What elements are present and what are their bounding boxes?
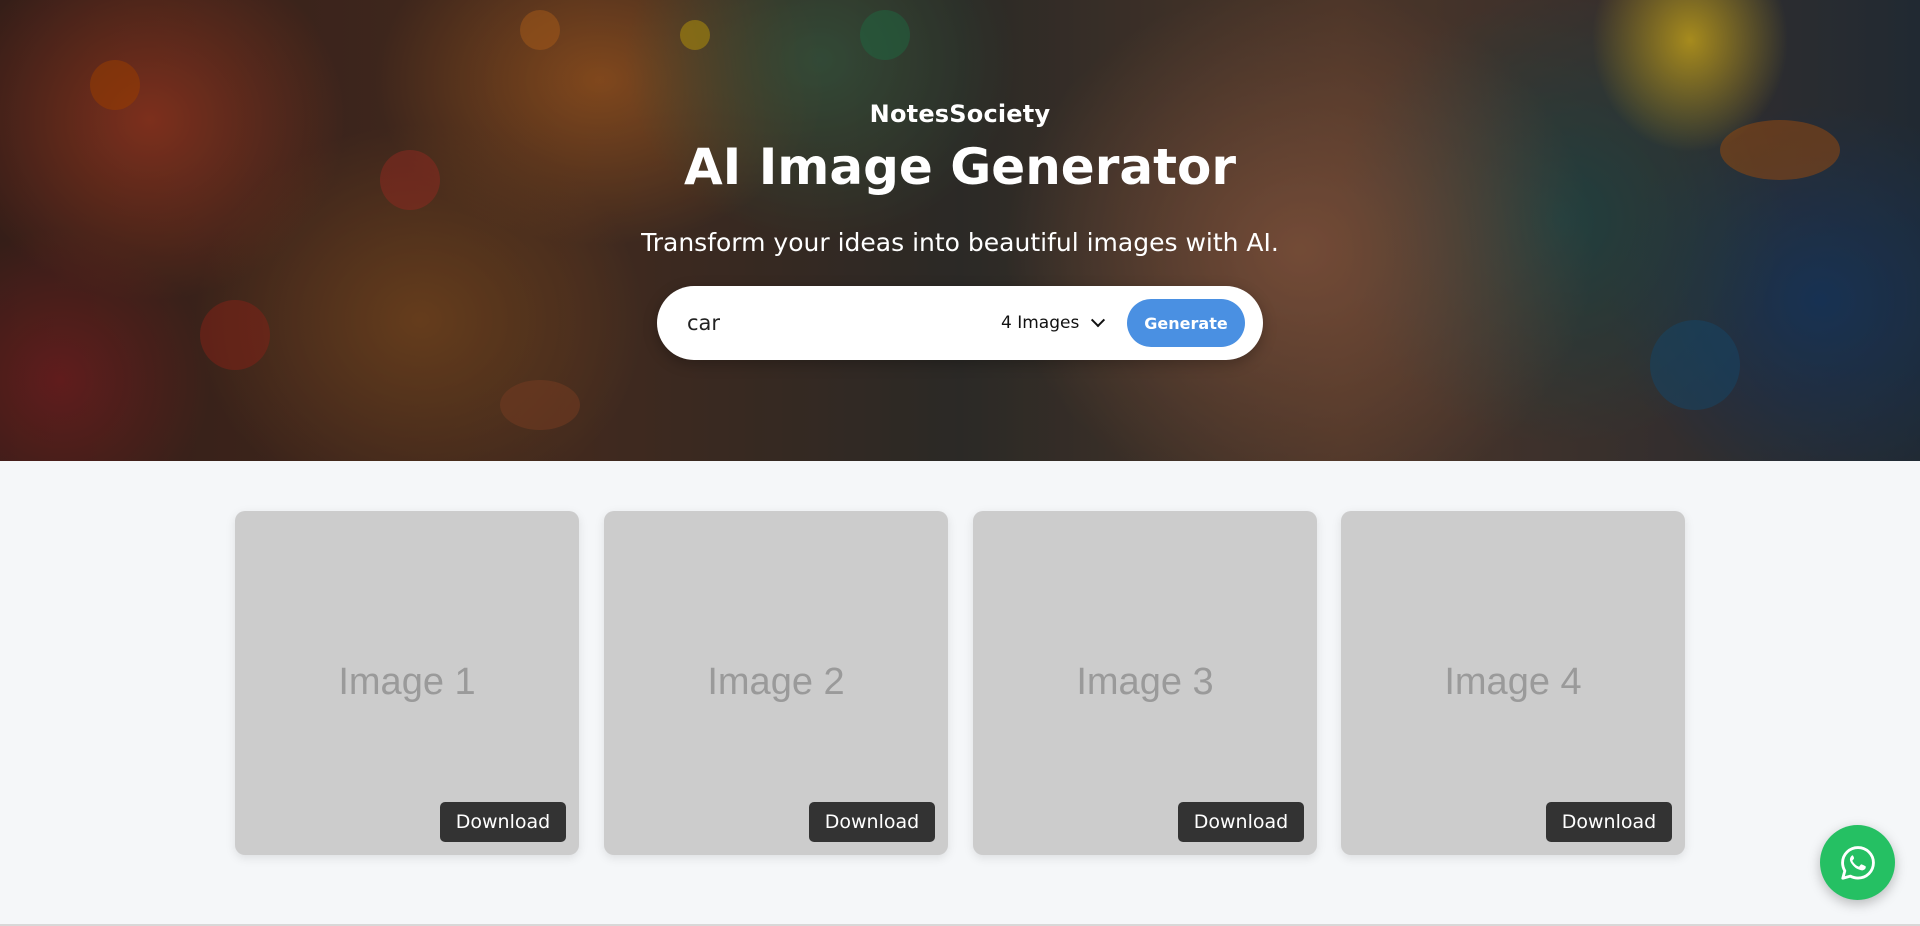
- whatsapp-icon: [1840, 845, 1875, 880]
- image-placeholder-label: Image 2: [707, 661, 845, 703]
- download-button[interactable]: Download: [1178, 802, 1304, 842]
- download-button[interactable]: Download: [809, 802, 935, 842]
- image-count-select[interactable]: 4 Images: [1001, 308, 1106, 338]
- brand-name: NotesSociety: [869, 100, 1051, 128]
- chevron-down-icon: [1091, 313, 1106, 328]
- download-button[interactable]: Download: [440, 802, 566, 842]
- image-card: Image 3 Download: [973, 511, 1317, 855]
- whatsapp-button[interactable]: [1820, 825, 1895, 900]
- image-placeholder-label: Image 3: [1076, 661, 1214, 703]
- page-title: AI Image Generator: [683, 138, 1237, 196]
- image-card: Image 2 Download: [604, 511, 948, 855]
- prompt-input[interactable]: [687, 304, 987, 342]
- image-card: Image 4 Download: [1341, 511, 1685, 855]
- generate-button[interactable]: Generate: [1127, 299, 1245, 347]
- prompt-form: 4 Images Generate: [657, 286, 1263, 360]
- image-card: Image 1 Download: [235, 511, 579, 855]
- image-gallery: Image 1 Download Image 2 Download Image …: [235, 511, 1685, 855]
- image-placeholder-label: Image 1: [338, 661, 476, 703]
- image-placeholder-label: Image 4: [1444, 661, 1582, 703]
- page-subtitle: Transform your ideas into beautiful imag…: [641, 228, 1279, 257]
- image-count-value: 4 Images: [1001, 313, 1080, 333]
- download-button[interactable]: Download: [1546, 802, 1672, 842]
